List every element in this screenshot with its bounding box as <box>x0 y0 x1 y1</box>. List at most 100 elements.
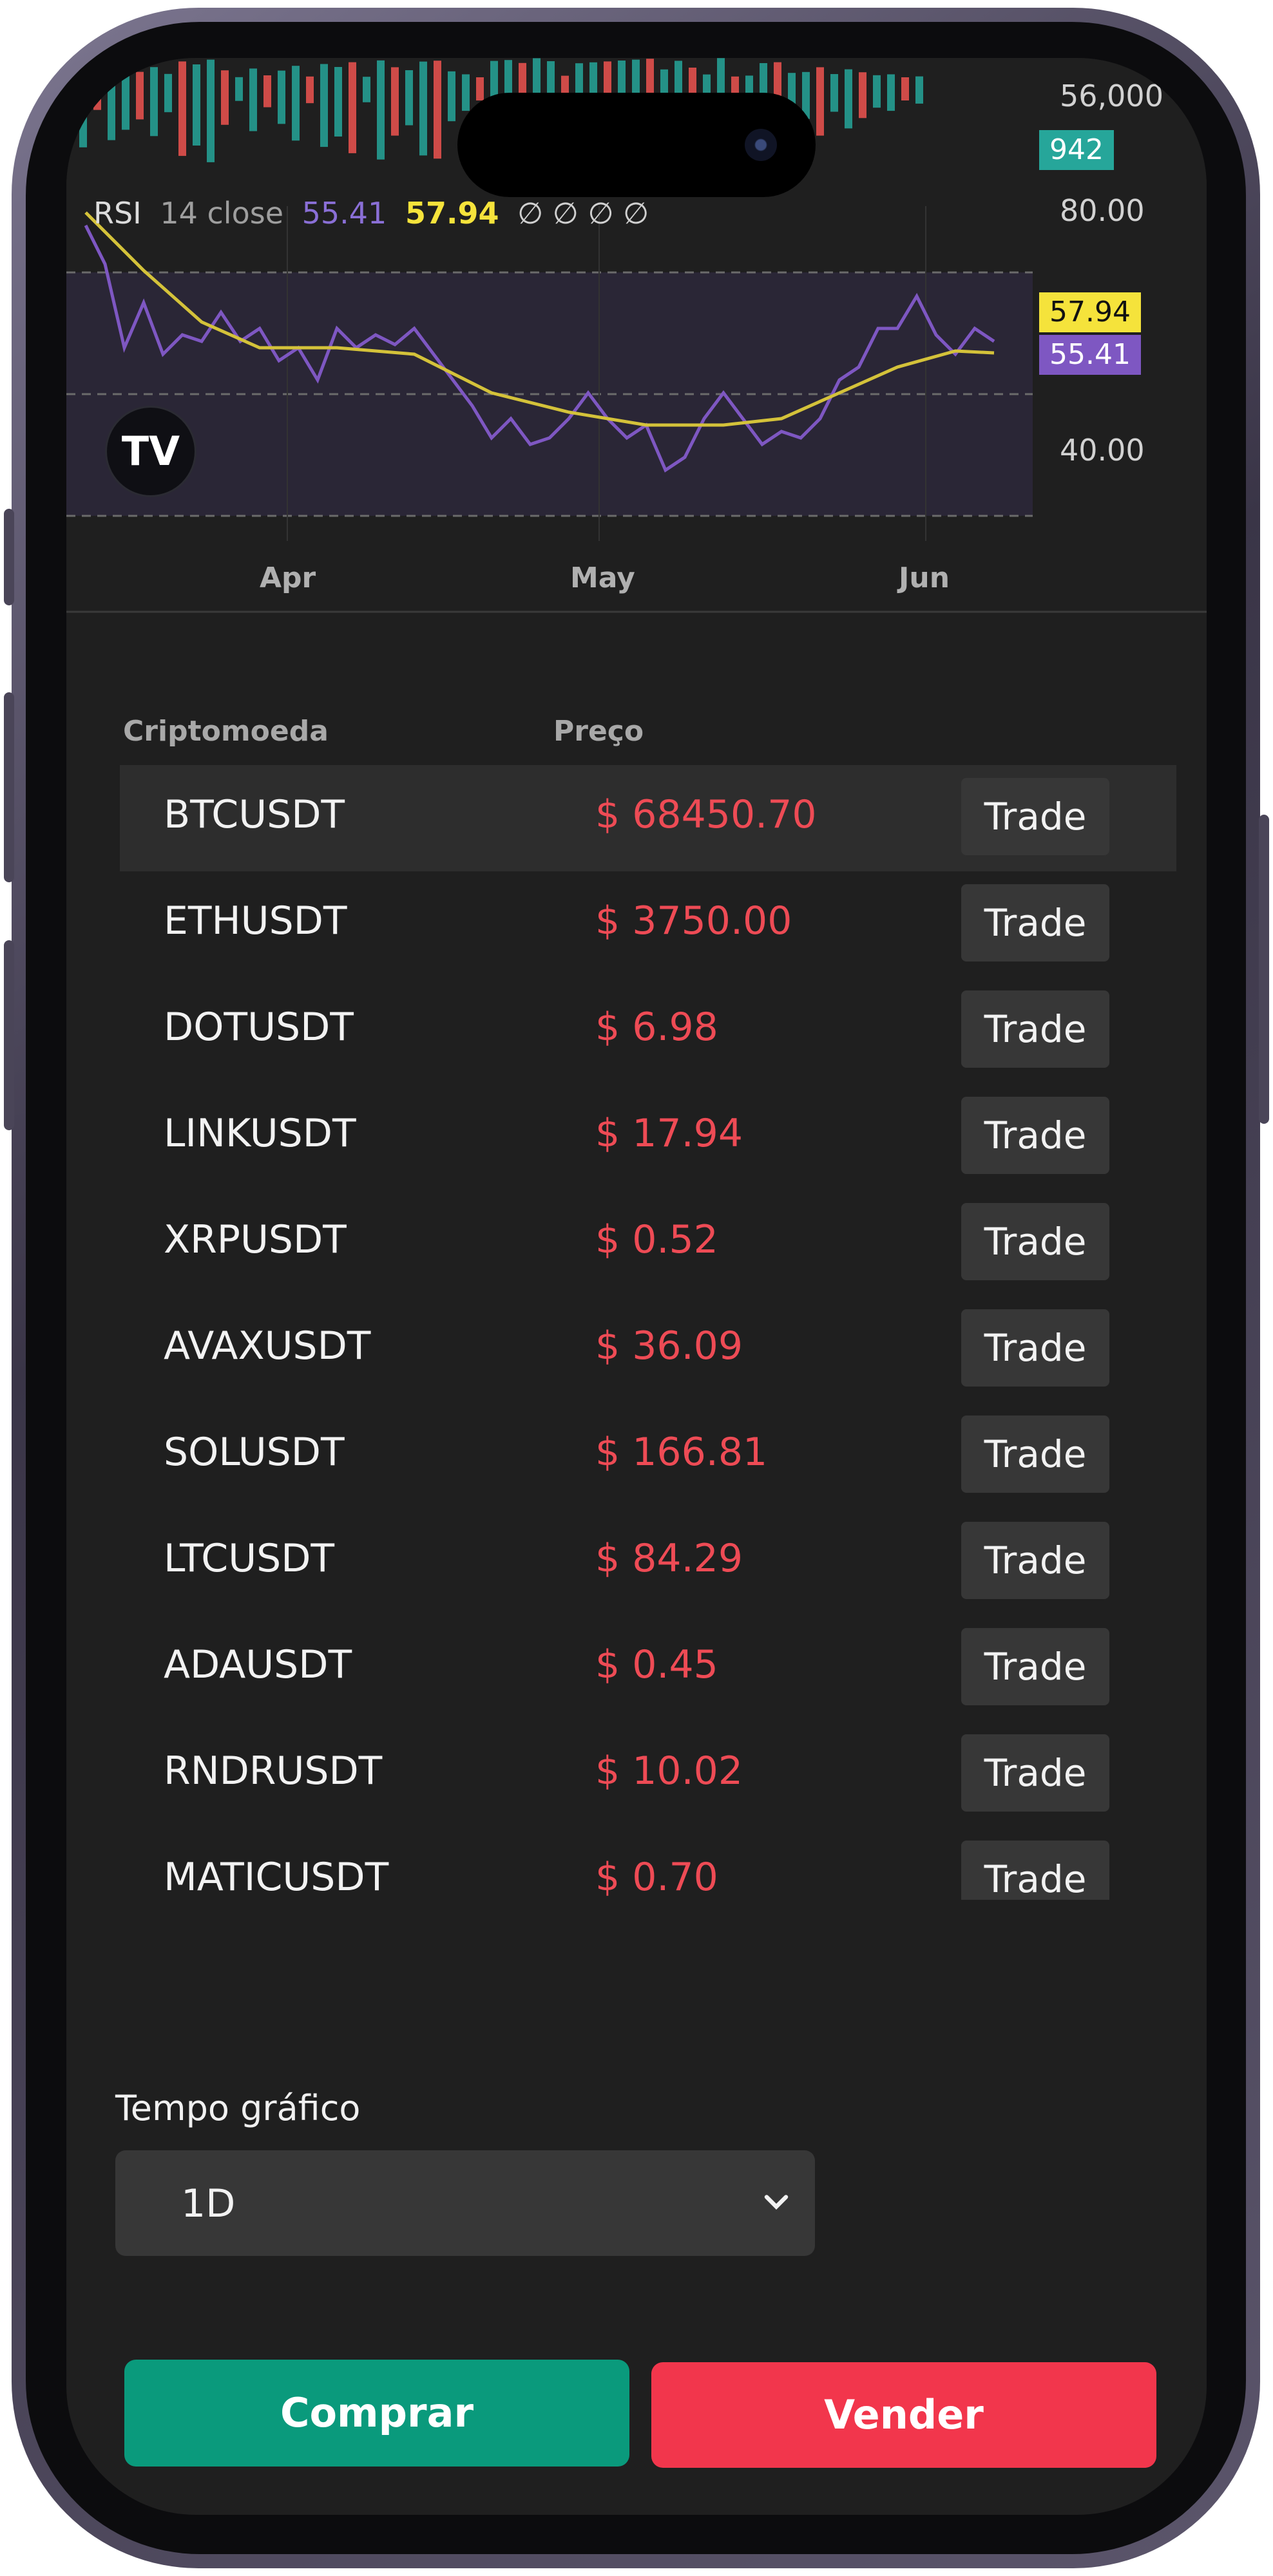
price-text: $ 6.98 <box>595 1005 718 1050</box>
action-button <box>4 509 14 605</box>
trade-button[interactable]: Trade <box>961 1628 1109 1705</box>
symbol-text: MATICUSDT <box>164 1855 389 1900</box>
volume-bar <box>377 60 385 160</box>
rsi-legend-extras: ∅ ∅ ∅ ∅ <box>517 196 649 231</box>
rsi-legend-params: 14 close <box>160 196 283 231</box>
month-label-jun: Jun <box>899 562 950 594</box>
buy-button[interactable]: Comprar <box>124 2360 629 2467</box>
volume-down-button <box>4 940 14 1130</box>
dynamic-island <box>457 93 816 197</box>
trade-button[interactable]: Trade <box>961 1841 1109 1900</box>
timeframe-label: Tempo gráfico <box>115 2088 361 2128</box>
trade-button[interactable]: Trade <box>961 1522 1109 1599</box>
rsi-axis-80: 80.00 <box>1060 193 1145 228</box>
price-text: $ 3750.00 <box>595 898 792 943</box>
volume-bar <box>901 77 909 100</box>
table-row[interactable]: AVAXUSDT $ 36.09 Trade <box>120 1296 1176 1403</box>
symbol-text: XRPUSDT <box>164 1217 347 1262</box>
volume-bar <box>207 59 215 162</box>
timeframe-selected-value: 1D <box>181 2181 236 2226</box>
volume-bar <box>278 70 285 124</box>
trade-button[interactable]: Trade <box>961 1097 1109 1174</box>
rsi-legend-ma-value: 57.94 <box>405 196 499 231</box>
rsi-legend-value: 55.41 <box>302 196 387 231</box>
volume-bar <box>462 74 470 111</box>
crypto-list[interactable]: BTCUSDT $ 68450.70 Trade ETHUSDT $ 3750.00 Tr… <box>120 765 1176 1900</box>
volume-bar <box>221 70 229 125</box>
table-row[interactable]: SOLUSDT $ 166.81 Trade <box>120 1403 1176 1509</box>
price-text: $ 36.09 <box>595 1323 743 1368</box>
price-text: $ 84.29 <box>595 1536 743 1581</box>
tradingview-logo-icon[interactable]: TV <box>105 406 196 497</box>
table-row[interactable]: BTCUSDT $ 68450.70 Trade <box>120 765 1176 871</box>
volume-bar <box>306 76 314 104</box>
price-text: $ 0.70 <box>595 1855 718 1900</box>
trade-button[interactable]: Trade <box>961 990 1109 1068</box>
volume-bar <box>334 67 342 137</box>
table-row[interactable]: XRPUSDT $ 0.52 Trade <box>120 1190 1176 1296</box>
price-text: $ 17.94 <box>595 1111 743 1156</box>
rsi-value-badge: 55.41 <box>1039 335 1141 375</box>
column-header-price: Preço <box>553 715 644 748</box>
volume-bar <box>263 75 271 108</box>
volume-bar <box>830 74 838 112</box>
app-screen: 56,000 942 RSI 14 close 55.41 57.94 ∅ ∅ … <box>66 58 1207 2515</box>
month-label-may: May <box>570 562 635 594</box>
price-text: $ 10.02 <box>595 1748 743 1794</box>
table-row[interactable]: MATICUSDT $ 0.70 Trade <box>120 1828 1176 1900</box>
symbol-text: ETHUSDT <box>164 898 347 943</box>
volume-bar <box>448 71 455 122</box>
column-header-symbol: Criptomoeda <box>123 715 329 748</box>
price-text: $ 68450.70 <box>595 792 817 837</box>
volume-bar <box>476 77 484 100</box>
trade-button[interactable]: Trade <box>961 1309 1109 1387</box>
table-row[interactable]: DOTUSDT $ 6.98 Trade <box>120 978 1176 1084</box>
volume-bar <box>873 75 881 108</box>
volume-bar <box>419 61 427 156</box>
volume-bar <box>405 70 413 126</box>
trade-button[interactable]: Trade <box>961 1203 1109 1280</box>
sell-button[interactable]: Vender <box>651 2362 1156 2468</box>
volume-bar <box>193 64 200 146</box>
trade-button[interactable]: Trade <box>961 1416 1109 1493</box>
power-button <box>1259 815 1269 1124</box>
volume-bar <box>363 77 370 102</box>
rsi-legend-name: RSI <box>93 196 142 231</box>
symbol-text: LTCUSDT <box>164 1536 335 1581</box>
symbol-text: RNDRUSDT <box>164 1748 383 1794</box>
volume-bar <box>249 68 257 131</box>
volume-up-button <box>4 692 14 882</box>
rsi-axis-40: 40.00 <box>1060 433 1145 468</box>
volume-bar <box>915 76 923 104</box>
symbol-text: LINKUSDT <box>164 1111 356 1156</box>
price-text: $ 166.81 <box>595 1430 768 1475</box>
chevron-down-icon <box>764 2195 789 2210</box>
table-row[interactable]: ETHUSDT $ 3750.00 Trade <box>120 871 1176 978</box>
volume-bar <box>235 77 243 101</box>
volume-bar <box>816 67 824 136</box>
volume-bar <box>434 61 441 159</box>
table-row[interactable]: RNDRUSDT $ 10.02 Trade <box>120 1721 1176 1828</box>
volume-bar <box>164 73 172 113</box>
table-row[interactable]: LTCUSDT $ 84.29 Trade <box>120 1509 1176 1615</box>
volume-bar <box>859 72 866 118</box>
symbol-text: AVAXUSDT <box>164 1323 371 1368</box>
trade-button[interactable]: Trade <box>961 778 1109 855</box>
trade-button[interactable]: Trade <box>961 1734 1109 1812</box>
volume-bar <box>122 69 129 130</box>
timeframe-select[interactable]: 1D <box>115 2150 815 2256</box>
rsi-legend: RSI 14 close 55.41 57.94 ∅ ∅ ∅ ∅ <box>93 196 658 231</box>
symbol-text: SOLUSDT <box>164 1430 345 1475</box>
symbol-text: ADAUSDT <box>164 1642 352 1687</box>
gear-icon[interactable] <box>66 58 109 100</box>
month-label-apr: Apr <box>260 562 316 594</box>
price-text: $ 0.52 <box>595 1217 718 1262</box>
table-row[interactable]: ADAUSDT $ 0.45 Trade <box>120 1615 1176 1721</box>
symbol-text: BTCUSDT <box>164 792 345 837</box>
symbol-text: DOTUSDT <box>164 1005 354 1050</box>
table-row[interactable]: LINKUSDT $ 17.94 Trade <box>120 1084 1176 1190</box>
trade-button[interactable]: Trade <box>961 884 1109 961</box>
price-text: $ 0.45 <box>595 1642 718 1687</box>
volume-bar <box>845 69 852 129</box>
price-axis-label: 56,000 <box>1060 79 1163 113</box>
